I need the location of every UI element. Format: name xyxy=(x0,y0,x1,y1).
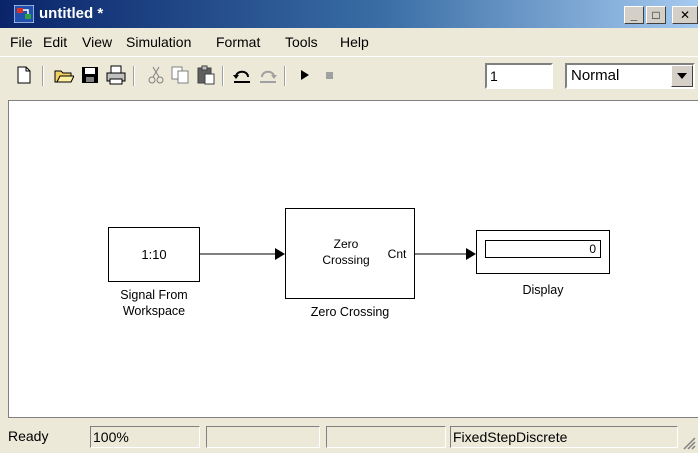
arrow-head-icon xyxy=(275,248,285,260)
status-solver: FixedStepDiscrete xyxy=(450,426,678,448)
close-button[interactable]: ✕ xyxy=(672,6,698,24)
toolbar-separator xyxy=(284,66,286,86)
source-block-label-line2[interactable]: Workspace xyxy=(94,304,214,319)
status-bar: Ready 100% FixedStepDiscrete xyxy=(0,420,698,453)
close-icon: ✕ xyxy=(679,8,691,22)
simulation-mode-select[interactable]: Normal xyxy=(565,63,695,89)
menu-file[interactable]: File xyxy=(10,34,33,50)
menu-bar: File Edit View Simulation Format Tools H… xyxy=(0,28,698,56)
maximize-button[interactable]: □ xyxy=(646,6,666,24)
toolbar-separator xyxy=(42,66,44,86)
source-block-text: 1:10 xyxy=(141,247,167,262)
window-title: untitled * xyxy=(39,5,104,22)
minimize-button[interactable]: _ xyxy=(624,6,644,24)
zero-block-port-label: Cnt xyxy=(387,247,407,261)
minimize-icon: _ xyxy=(630,8,638,22)
display-value: 0 xyxy=(485,240,601,258)
signal-from-workspace-block[interactable]: 1:10 xyxy=(108,227,200,282)
resize-grip-icon[interactable] xyxy=(680,434,696,450)
menu-format[interactable]: Format xyxy=(216,34,260,50)
simulink-app-icon[interactable] xyxy=(14,5,34,23)
undo-icon[interactable] xyxy=(232,65,252,85)
new-icon[interactable] xyxy=(14,65,34,85)
arrow-head-icon xyxy=(466,248,476,260)
title-bar[interactable]: untitled * _ □ ✕ xyxy=(0,0,698,28)
menu-view[interactable]: View xyxy=(82,34,112,50)
paste-icon[interactable] xyxy=(196,65,216,85)
display-block-label[interactable]: Display xyxy=(476,283,610,298)
chevron-down-icon[interactable] xyxy=(671,65,693,87)
menu-help[interactable]: Help xyxy=(340,34,369,50)
menu-tools[interactable]: Tools xyxy=(285,34,318,50)
zero-block-text-line2: Crossing xyxy=(322,253,370,267)
zero-block-label[interactable]: Zero Crossing xyxy=(285,305,415,320)
save-icon[interactable] xyxy=(80,65,100,85)
status-zoom: 100% xyxy=(90,426,200,448)
status-field-2 xyxy=(326,426,446,448)
zero-crossing-block[interactable]: Zero Crossing Cnt xyxy=(285,208,415,299)
open-icon[interactable] xyxy=(54,65,74,85)
status-state: Ready xyxy=(8,428,49,444)
model-canvas[interactable]: 1:10 Signal From Workspace Zero Crossing… xyxy=(8,100,698,418)
copy-icon[interactable] xyxy=(170,65,190,85)
toolbar-separator xyxy=(222,66,224,86)
print-icon[interactable] xyxy=(106,65,126,85)
source-block-label-line1[interactable]: Signal From xyxy=(94,288,214,303)
simulation-mode-value: Normal xyxy=(571,67,620,84)
toolbar: 1 Normal xyxy=(0,56,698,92)
play-icon[interactable] xyxy=(294,65,314,85)
maximize-icon: □ xyxy=(652,8,660,22)
cut-icon[interactable] xyxy=(146,65,166,85)
model-window: untitled * _ □ ✕ File Edit View Simulati… xyxy=(0,0,698,453)
menu-simulation[interactable]: Simulation xyxy=(126,34,191,50)
menu-edit[interactable]: Edit xyxy=(43,34,67,50)
stop-icon[interactable] xyxy=(320,65,340,85)
redo-icon[interactable] xyxy=(258,65,278,85)
zero-block-text-line1: Zero xyxy=(333,237,359,251)
stop-time-input[interactable]: 1 xyxy=(485,63,553,89)
status-field-1 xyxy=(206,426,320,448)
toolbar-separator xyxy=(133,66,135,86)
display-block[interactable]: 0 xyxy=(476,230,610,274)
